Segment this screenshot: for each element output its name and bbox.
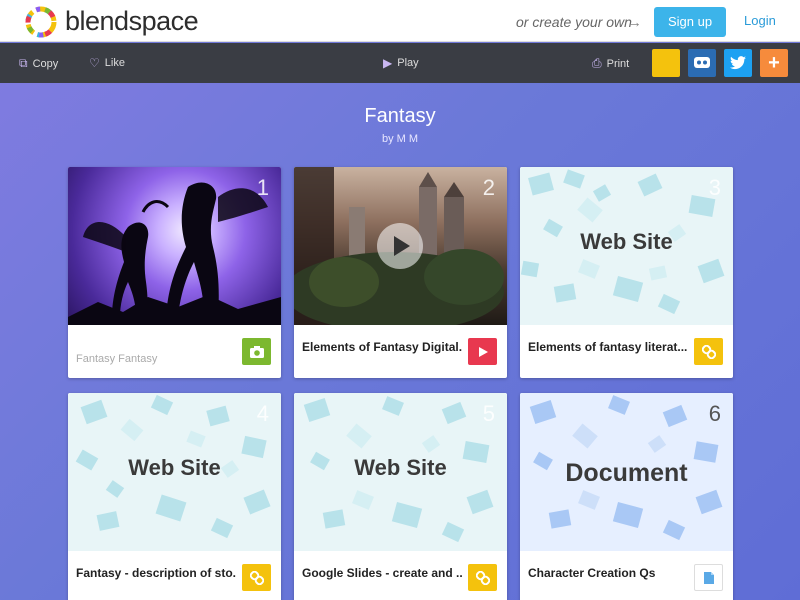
remind-icon: [694, 57, 710, 68]
fairy-silhouette: [68, 182, 281, 325]
print-label: Print: [606, 57, 630, 70]
site-header: blendspace or create your own → Sign up …: [0, 0, 800, 42]
twitter-icon: [730, 56, 746, 70]
blendspace-logo-icon[interactable]: [24, 5, 58, 39]
lesson-card-6[interactable]: Document 6 Character Creation Qs: [520, 393, 733, 600]
like-button[interactable]: ♡ Like: [89, 56, 125, 70]
website-thumbnail: Web Site 5: [294, 393, 507, 551]
card-title: Fantasy Fantasy: [76, 353, 158, 365]
card-number: 4: [256, 401, 269, 426]
printer-icon: ⎙: [592, 56, 602, 70]
play-icon: ▶: [383, 56, 393, 70]
print-button[interactable]: ⎙ Print: [592, 56, 629, 71]
login-link[interactable]: Login: [744, 13, 776, 28]
arrow-right-icon: →: [627, 14, 642, 31]
card-number: 2: [482, 175, 495, 200]
link-type-button[interactable]: [694, 338, 723, 365]
lesson-card-4[interactable]: Web Site 4 Fantasy - description of sto.…: [68, 393, 281, 600]
lesson-card-2[interactable]: 2 Elements of Fantasy Digital...: [294, 167, 507, 378]
play-button[interactable]: ▶ Play: [383, 56, 419, 70]
image-type-button[interactable]: [242, 338, 271, 365]
lesson-canvas: Fantasy by M M 1 Fantasy Fantasy 2 Eleme…: [0, 83, 800, 600]
link-icon: [249, 570, 264, 585]
document-type-button[interactable]: [694, 564, 723, 591]
card-number: 3: [708, 175, 721, 200]
card-title: Elements of fantasy literat...: [528, 340, 688, 354]
link-icon: [701, 344, 716, 359]
twitter-share-button[interactable]: [724, 49, 752, 77]
play-icon: [478, 346, 488, 357]
thumbnail-type-text: Web Site: [354, 455, 447, 480]
video-type-button[interactable]: [468, 338, 497, 365]
card-title: Fantasy - description of sto...: [76, 566, 236, 580]
document-icon: [703, 571, 714, 584]
video-thumbnail: 2: [294, 167, 507, 325]
logo-text[interactable]: blendspace: [65, 6, 199, 37]
lesson-author[interactable]: by M M: [0, 133, 800, 145]
thumbnail-type-text: Web Site: [580, 229, 673, 254]
website-thumbnail: Web Site 3: [520, 167, 733, 325]
remind-share-button[interactable]: [688, 49, 716, 77]
copy-icon: ⧉: [19, 56, 28, 70]
play-label: Play: [397, 57, 419, 69]
link-icon: [475, 570, 490, 585]
create-own-link[interactable]: or create your own: [516, 14, 632, 30]
lesson-card-1[interactable]: 1 Fantasy Fantasy: [68, 167, 281, 378]
plus-icon: +: [768, 52, 780, 74]
link-type-button[interactable]: [242, 564, 271, 591]
signup-button[interactable]: Sign up: [654, 7, 726, 37]
card-number: 1: [256, 175, 269, 200]
heart-icon: ♡: [89, 56, 100, 70]
lesson-title: Fantasy: [364, 105, 436, 127]
card-title: Elements of Fantasy Digital...: [302, 340, 462, 354]
card-number: 5: [482, 401, 495, 426]
card-title: Google Slides - create and ...: [302, 566, 462, 580]
thumbnail-type-text: Document: [565, 459, 688, 487]
google-classroom-share-button[interactable]: [652, 49, 680, 77]
copy-label: Copy: [32, 57, 59, 70]
copy-button[interactable]: ⧉ Copy: [19, 56, 58, 71]
document-thumbnail: Document 6: [520, 393, 733, 551]
fairy-image: 1: [68, 167, 281, 325]
lesson-card-3[interactable]: Web Site 3 Elements of fantasy literat..…: [520, 167, 733, 378]
link-type-button[interactable]: [468, 564, 497, 591]
thumbnail-type-text: Web Site: [128, 455, 221, 480]
card-title: Character Creation Qs: [528, 566, 656, 580]
castle-scene: [294, 167, 504, 325]
website-thumbnail: Web Site 4: [68, 393, 281, 551]
lesson-toolbar: ⧉ Copy ♡ Like ▶ Play ⎙ Print +: [0, 43, 800, 83]
like-label: Like: [104, 57, 125, 69]
card-number: 6: [708, 401, 721, 426]
camera-icon: [249, 345, 264, 358]
lesson-card-5[interactable]: Web Site 5 Google Slides - create and ..…: [294, 393, 507, 600]
add-share-button[interactable]: +: [760, 49, 788, 77]
